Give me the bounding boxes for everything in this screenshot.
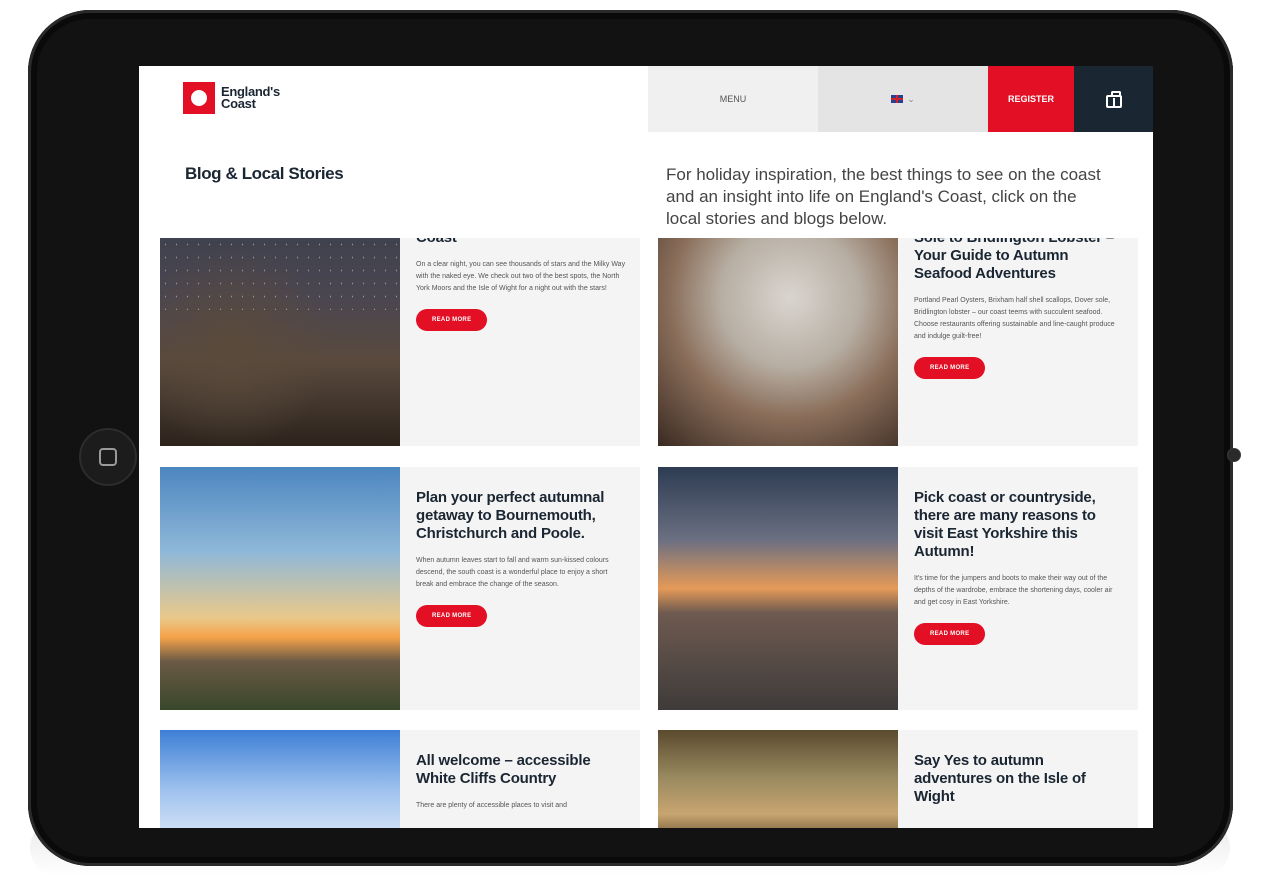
read-more-button[interactable]: READ MORE [416, 309, 488, 331]
site-header: England's Coast MENU ⌄ REGISTER [139, 66, 1153, 132]
logo-text: England's Coast [221, 85, 281, 111]
story-card[interactable]: Plan your perfect autumnal getaway to Bo… [160, 467, 640, 710]
page-intro-section: Blog & Local Stories For holiday inspira… [139, 132, 1153, 238]
englands-coast-logo[interactable]: England's Coast [183, 82, 281, 114]
home-icon [99, 448, 117, 466]
page-title: Blog & Local Stories [185, 164, 344, 183]
logo-mark-icon [183, 82, 215, 114]
uk-flag-icon [891, 95, 904, 103]
cart-button[interactable] [1074, 66, 1153, 132]
story-image[interactable] [160, 730, 400, 828]
read-more-button[interactable]: READ MORE [914, 623, 986, 645]
language-chevron-icon: ⌄ [907, 93, 915, 104]
logo-line-2: Coast [221, 96, 256, 111]
story-excerpt: On a clear night, you can see thousands … [416, 261, 626, 292]
bag-icon [1105, 90, 1122, 108]
read-more-button[interactable]: READ MORE [416, 605, 488, 627]
story-title[interactable]: Pick coast or countryside, there are man… [914, 489, 1124, 561]
story-excerpt: It's time for the jumpers and boots to m… [914, 575, 1113, 606]
menu-button[interactable]: MENU [648, 66, 818, 132]
tablet-screen: England's Coast MENU ⌄ REGISTER Blog & L… [139, 66, 1153, 828]
story-card[interactable]: Pick coast or countryside, there are man… [658, 467, 1138, 710]
story-title[interactable]: Say Yes to autumn adventures on the Isle… [914, 752, 1124, 806]
read-more-button[interactable]: READ MORE [914, 357, 986, 379]
story-image[interactable] [658, 730, 898, 828]
story-title[interactable]: Plan your perfect autumnal getaway to Bo… [416, 489, 626, 543]
language-selector[interactable]: ⌄ [818, 66, 988, 132]
story-excerpt: There are plenty of accessible places to… [416, 802, 567, 809]
register-button[interactable]: REGISTER [988, 66, 1074, 132]
story-image[interactable] [160, 467, 400, 710]
story-card[interactable]: All welcome – accessible White Cliffs Co… [160, 730, 640, 828]
story-card[interactable]: Say Yes to autumn adventures on the Isle… [658, 730, 1138, 828]
story-image[interactable] [658, 467, 898, 710]
page-intro-text: For holiday inspiration, the best things… [666, 165, 1101, 228]
camera-icon [1227, 448, 1241, 462]
home-button[interactable] [79, 428, 137, 486]
story-excerpt: Portland Pearl Oysters, Brixham half she… [914, 297, 1115, 340]
story-excerpt: When autumn leaves start to fall and war… [416, 557, 609, 588]
story-title[interactable]: All welcome – accessible White Cliffs Co… [416, 752, 626, 788]
